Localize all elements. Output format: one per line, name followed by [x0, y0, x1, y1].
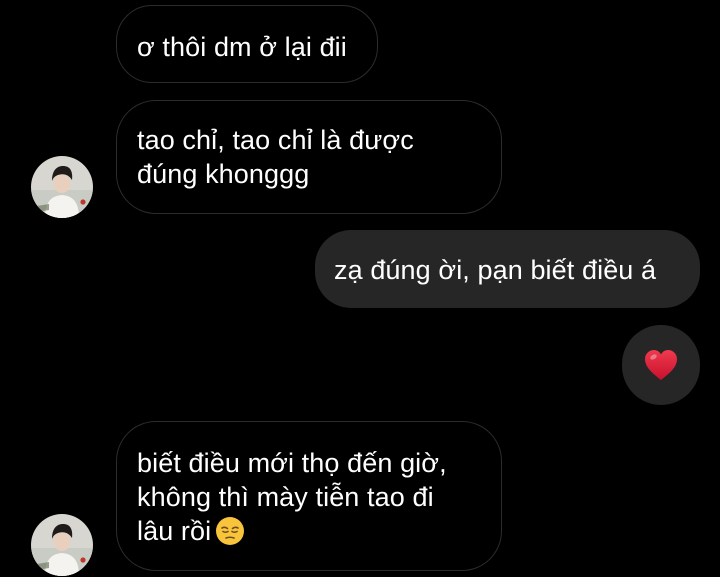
profile-photo-icon	[31, 156, 93, 218]
heart-message-bubble[interactable]	[622, 325, 700, 405]
message-text: zạ đúng ời, pạn biết điều á	[334, 255, 657, 285]
sender-avatar[interactable]	[31, 156, 93, 218]
message-text: ơ thôi dm ở lại đii	[137, 32, 347, 62]
red-heart-icon	[643, 347, 679, 383]
message-text-line: lâu rồi	[137, 514, 501, 548]
message-bubble-incoming[interactable]: biết điều mới thọ đến giờ, không thì mày…	[116, 421, 502, 571]
message-text: lâu rồi	[137, 516, 212, 546]
message-text-line: tao chỉ, tao chỉ là được	[137, 125, 414, 155]
message-text-line: biết điều mới thọ đến giờ,	[137, 448, 447, 478]
message-bubble-incoming[interactable]: ơ thôi dm ở lại đii	[116, 5, 378, 83]
message-bubble-outgoing[interactable]: zạ đúng ời, pạn biết điều á	[315, 230, 700, 308]
sender-avatar[interactable]	[31, 514, 93, 576]
message-bubble-incoming[interactable]: tao chỉ, tao chỉ là được đúng khonggg	[116, 100, 502, 214]
profile-photo-icon	[31, 514, 93, 576]
message-text-line: không thì mày tiễn tao đi	[137, 482, 434, 512]
pensive-face-icon	[215, 516, 245, 546]
message-text-line: đúng khonggg	[137, 159, 310, 189]
